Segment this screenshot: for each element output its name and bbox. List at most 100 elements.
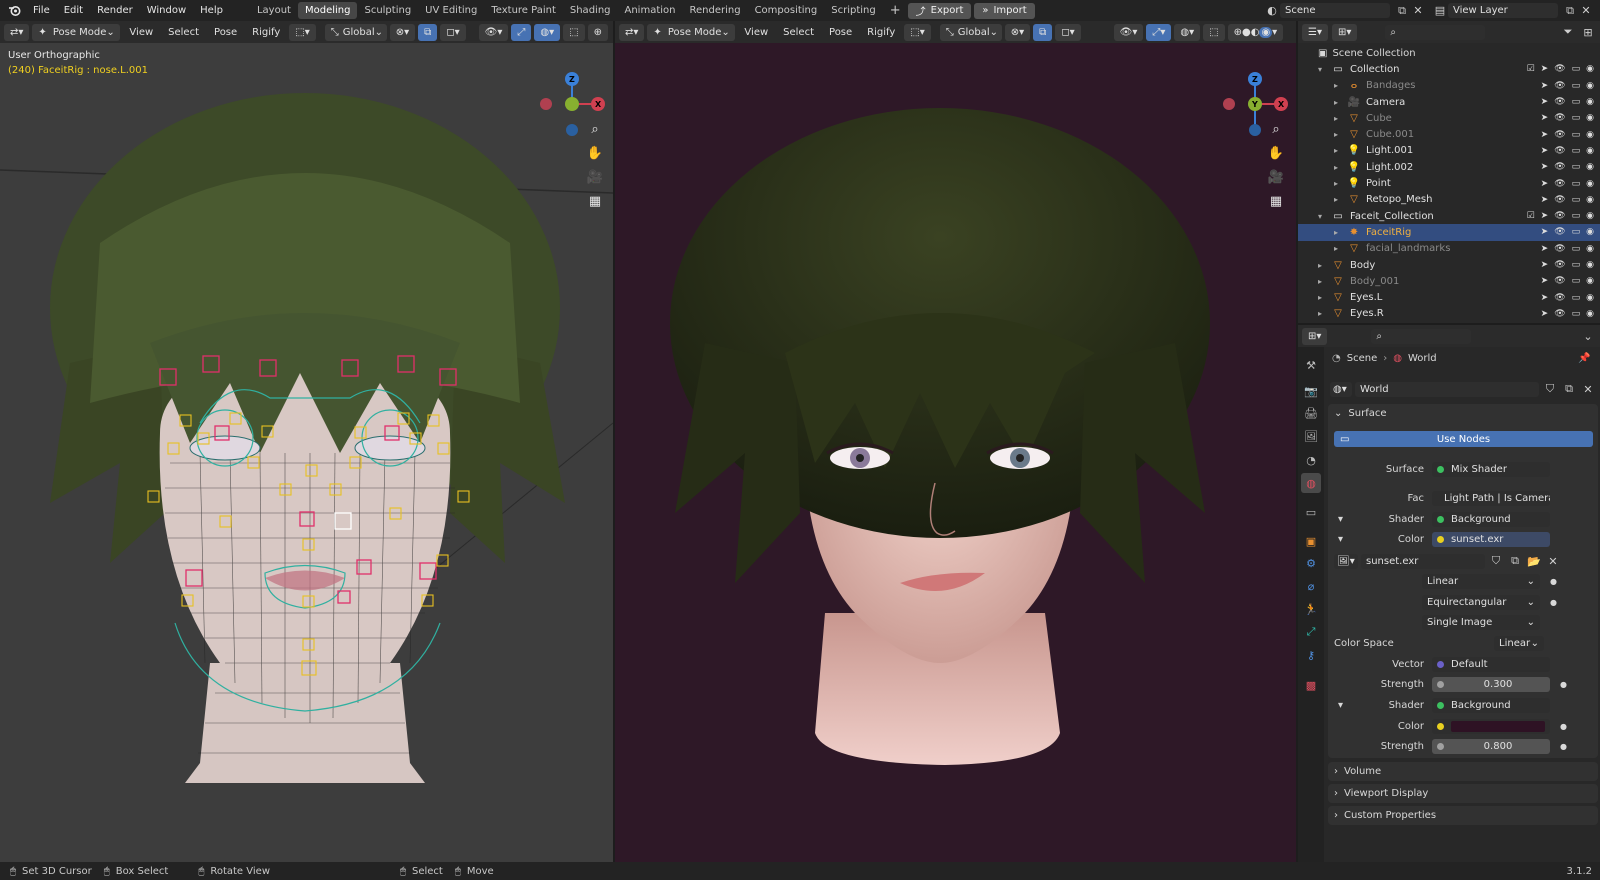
chevron-right-icon[interactable]: ▸ [1318, 309, 1330, 318]
outliner-item[interactable]: ▸ ▽ Body ➤ 👁 ▭ ◉ [1298, 257, 1600, 273]
overlay-button[interactable]: ◍▾ [534, 23, 561, 41]
surface-shader-field[interactable]: Mix Shader [1432, 462, 1550, 477]
visibility-toggles[interactable]: ☑ ➤ 👁 ▭ ◉ [1527, 64, 1594, 74]
monitor-icon[interactable]: ▭ [1572, 130, 1581, 140]
visibility-toggles[interactable]: ➤ 👁 ▭ ◉ [1541, 113, 1594, 123]
monitor-icon[interactable]: ▭ [1572, 227, 1581, 237]
visibility-toggles[interactable]: ➤ 👁 ▭ ◉ [1541, 227, 1594, 237]
camera-render-icon[interactable]: ◉ [1586, 195, 1594, 205]
monitor-icon[interactable]: ▭ [1572, 309, 1581, 319]
visibility-toggles[interactable]: ➤ 👁 ▭ ◉ [1541, 146, 1594, 156]
image-open-folder-icon[interactable]: 📂 [1526, 553, 1542, 569]
view-layer-icon[interactable]: ▤ [1432, 3, 1448, 19]
chevron-right-icon[interactable]: ▸ [1334, 130, 1346, 139]
import-button[interactable]: » Import [974, 2, 1035, 19]
outliner-scene-collection[interactable]: ▣ Scene Collection [1298, 45, 1600, 61]
menu-rigify-right[interactable]: Rigify [861, 27, 901, 38]
fake-user-shield-icon[interactable]: ⛉ [1542, 381, 1558, 397]
monitor-icon[interactable]: ▭ [1572, 81, 1581, 91]
shader2-field[interactable]: Background [1432, 698, 1550, 713]
bone-constraint-tab-icon[interactable]: ⚷ [1303, 647, 1319, 663]
outliner-item[interactable]: ▸ ▽ Cube.001 ➤ 👁 ▭ ◉ [1298, 126, 1600, 142]
camera-render-icon[interactable]: ◉ [1586, 97, 1594, 107]
tab-layout[interactable]: Layout [250, 2, 298, 19]
transform-orientation-dropdown-right[interactable]: ⤡ Global ⌄ [939, 23, 1002, 41]
monitor-icon[interactable]: ▭ [1572, 113, 1581, 123]
shader1-field[interactable]: Background [1432, 512, 1550, 527]
chevron-down-icon-shader1[interactable]: ▾ [1338, 514, 1352, 525]
properties-search-input[interactable]: ⌕ [1371, 328, 1472, 344]
eye-icon[interactable]: 👁 [1554, 81, 1565, 91]
display-mode-button[interactable]: ⊞▾ [1331, 23, 1358, 41]
monitor-icon[interactable]: ▭ [1572, 260, 1581, 270]
snap-target-button-right[interactable]: ◻▾ [1055, 23, 1081, 41]
outliner-item[interactable]: ▸ 💡 Light.001 ➤ 👁 ▭ ◉ [1298, 143, 1600, 159]
viewport-right[interactable]: ⇄ ▾ ✦ Pose Mode ⌄ View Select Pose Rigify ⬚… [615, 21, 1296, 862]
select-arrow-icon[interactable]: ➤ [1541, 146, 1549, 156]
menu-pose[interactable]: Pose [208, 27, 243, 38]
monitor-icon[interactable]: ▭ [1572, 276, 1581, 286]
world-datablock[interactable]: ◍▾ World ⛉ ⧉ ✕ [1330, 380, 1596, 398]
outliner-item[interactable]: ▾ ▭ Collection ☑ ➤ 👁 ▭ ◉ [1298, 61, 1600, 77]
menu-select-right[interactable]: Select [777, 27, 820, 38]
chevron-down-icon[interactable]: ▾ [1318, 212, 1330, 221]
tab-scripting[interactable]: Scripting [824, 2, 882, 19]
bone-tab-icon[interactable]: ⤢ [1303, 624, 1319, 640]
source-dropdown[interactable]: Single Image ⌄ [1422, 615, 1540, 630]
menu-help[interactable]: Help [193, 5, 230, 16]
eye-icon[interactable]: 👁 [1554, 130, 1565, 140]
outliner-editor-type[interactable]: ☰▾ [1302, 23, 1328, 41]
strength1-field[interactable]: 0.300 [1432, 677, 1550, 692]
select-arrow-icon[interactable]: ➤ [1541, 244, 1549, 254]
render-tab-icon[interactable]: 📷 [1303, 383, 1319, 399]
visibility-toggles[interactable]: ➤ 👁 ▭ ◉ [1541, 260, 1594, 270]
volume-panel[interactable]: › Volume [1328, 762, 1598, 781]
vector-field[interactable]: Default [1432, 657, 1550, 672]
colorspace-dropdown[interactable]: Linear ⌄ [1494, 636, 1544, 651]
monitor-icon[interactable]: ▭ [1572, 244, 1581, 254]
scene-icon[interactable]: ◐ [1264, 3, 1280, 19]
visibility-toggles[interactable]: ☑ ➤ 👁 ▭ ◉ [1527, 211, 1594, 221]
world-type-button[interactable]: ◍▾ [1330, 381, 1352, 397]
delete-scene-icon[interactable]: ✕ [1410, 3, 1426, 19]
visibility-button-right[interactable]: 👁▾ [1113, 23, 1144, 41]
menu-pose-right[interactable]: Pose [823, 27, 858, 38]
eye-icon[interactable]: 👁 [1554, 113, 1565, 123]
options-icon[interactable]: ⌄ [1580, 328, 1596, 344]
chevron-right-icon[interactable]: ▸ [1334, 98, 1346, 107]
outliner-item[interactable]: ▸ ▽ Eyes.R ➤ 👁 ▭ ◉ [1298, 306, 1600, 322]
select-arrow-icon[interactable]: ➤ [1541, 293, 1549, 303]
menu-select[interactable]: Select [162, 27, 205, 38]
checkbox-icon[interactable]: ☑ [1527, 64, 1535, 74]
monitor-icon[interactable]: ▭ [1572, 179, 1581, 189]
select-arrow-icon[interactable]: ➤ [1541, 309, 1549, 319]
pose-options-button-right[interactable]: ⬚▾ [904, 23, 931, 41]
snap-button[interactable]: ⧉ [418, 23, 438, 41]
image-duplicate-icon[interactable]: ⧉ [1507, 553, 1523, 569]
output-tab-icon[interactable]: 🖨 [1303, 405, 1319, 421]
chevron-down-icon-color1[interactable]: ▾ [1338, 534, 1352, 545]
visibility-toggles[interactable]: ➤ 👁 ▭ ◉ [1541, 276, 1594, 286]
camera-render-icon[interactable]: ◉ [1586, 227, 1594, 237]
chevron-right-icon[interactable]: ▸ [1334, 163, 1346, 172]
visibility-toggles[interactable]: ➤ 👁 ▭ ◉ [1541, 179, 1594, 189]
select-arrow-icon[interactable]: ➤ [1541, 130, 1549, 140]
outliner-item[interactable]: ▸ ▽ Cube ➤ 👁 ▭ ◉ [1298, 110, 1600, 126]
monitor-icon[interactable]: ▭ [1572, 211, 1581, 221]
pan-hand-icon[interactable]: ✋ [584, 142, 606, 164]
menu-view[interactable]: View [123, 27, 159, 38]
chevron-right-icon[interactable]: ▸ [1334, 146, 1346, 155]
unlink-icon[interactable]: ✕ [1580, 381, 1596, 397]
scene-name-field[interactable]: Scene [1280, 3, 1390, 18]
new-scene-icon[interactable]: ⧉ [1394, 3, 1410, 19]
camera-view-icon[interactable]: 🎥 [584, 166, 606, 188]
shading-wire-button[interactable]: ⊕ [587, 23, 608, 41]
projection-dropdown[interactable]: Equirectangular ⌄ [1422, 595, 1540, 610]
outliner-item[interactable]: ▸ 💡 Light.002 ➤ 👁 ▭ ◉ [1298, 159, 1600, 175]
visibility-toggles[interactable]: ➤ 👁 ▭ ◉ [1541, 97, 1594, 107]
camera-render-icon[interactable]: ◉ [1586, 162, 1594, 172]
visibility-toggles[interactable]: ➤ 👁 ▭ ◉ [1541, 195, 1594, 205]
view-layer-field[interactable]: View Layer [1448, 3, 1558, 18]
visibility-toggles[interactable]: ➤ 👁 ▭ ◉ [1541, 293, 1594, 303]
select-arrow-icon[interactable]: ➤ [1541, 227, 1549, 237]
